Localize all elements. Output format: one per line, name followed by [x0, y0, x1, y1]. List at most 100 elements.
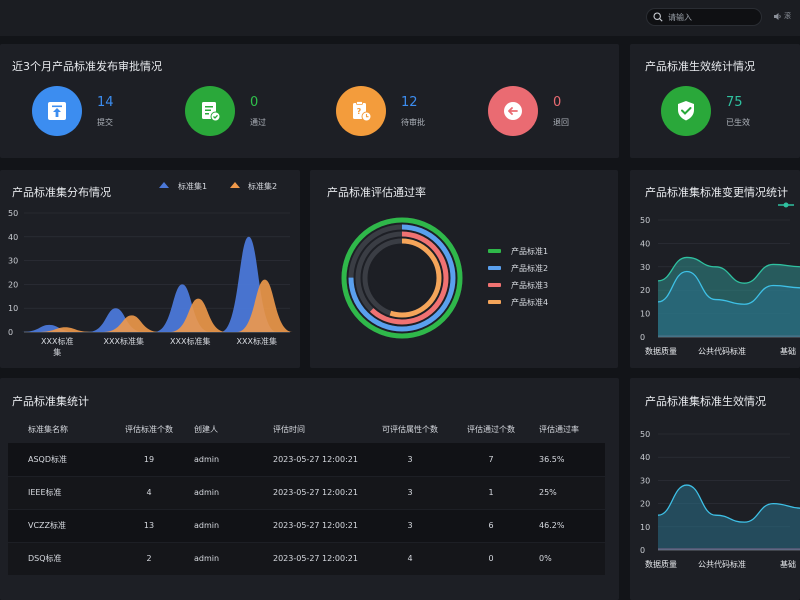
speaker-icon [774, 12, 781, 20]
table-row[interactable]: VCZZ标准 13 admin 2023-05-27 12:00:21 3 6 … [8, 509, 605, 543]
cell-count: 19 [115, 443, 183, 477]
standard-set-table: 标准集名称 评估标准个数 创建人 评估时间 可评估属性个数 评估通过个数 评估通… [8, 415, 605, 576]
table-header-row: 标准集名称 评估标准个数 创建人 评估时间 可评估属性个数 评估通过个数 评估通… [8, 415, 605, 443]
y-tick-label: 0 [640, 546, 645, 555]
y-tick-label: 20 [640, 286, 650, 295]
table-row[interactable]: DSQ标准 2 admin 2023-05-27 12:00:21 4 0 0% [8, 542, 605, 576]
stat-pending-value: 12 [401, 94, 418, 110]
y-tick-label: 50 [640, 216, 650, 225]
search-icon [653, 12, 663, 22]
y-tick-label: 10 [640, 523, 650, 532]
upload-icon [48, 102, 66, 120]
ring-legend-label[interactable]: 产品标准4 [511, 297, 548, 307]
x-tick-label: 集 [53, 347, 61, 357]
cell-creator: admin [183, 443, 256, 477]
y-tick-label: 0 [8, 328, 13, 337]
passrate-chart: 产品标准1 产品标准2 产品标准3 产品标准4 [341, 217, 548, 339]
col-header-pass-count[interactable]: 评估通过个数 [453, 415, 529, 443]
ring-legend-swatch [488, 266, 501, 270]
cell-attr-count: 3 [367, 509, 453, 543]
x-tick-label: 公共代码标准 [698, 346, 746, 356]
search-box[interactable] [646, 8, 762, 26]
ring-legend-label[interactable]: 产品标准3 [511, 280, 548, 290]
y-tick-label: 50 [640, 430, 650, 439]
distribution-panel: 产品标准集分布情况 标准集1 标准集2 50 40 30 20 10 0 XXX标准集 XX… [0, 170, 300, 368]
stat-returned-value: 0 [553, 94, 562, 110]
cell-pass-count: 0 [453, 542, 529, 576]
stat-approved: 0 通过 [185, 86, 266, 136]
ring-legend-label[interactable]: 产品标准2 [511, 263, 548, 273]
approved-doc-icon [202, 102, 221, 122]
col-header-pass-rate[interactable]: 评估通过率 [529, 415, 605, 443]
y-tick-label: 20 [640, 500, 650, 509]
cell-pass-rate: 46.2% [529, 509, 605, 543]
cell-time: 2023-05-27 12:00:21 [256, 476, 367, 510]
changes-chart: 50 40 30 20 10 0 数据质量 公共代码标准 基础 [640, 202, 800, 356]
search-input[interactable] [668, 12, 748, 22]
shield-check-icon [678, 101, 694, 121]
y-tick-label: 50 [8, 209, 18, 218]
x-tick-label: XXX标准 [41, 336, 73, 346]
cell-pass-count: 1 [453, 476, 529, 510]
cell-time: 2023-05-27 12:00:21 [256, 509, 367, 543]
cell-count: 2 [115, 542, 183, 576]
stat-effective-value: 75 [726, 94, 743, 110]
cell-pass-rate: 0% [529, 542, 605, 576]
stat-effective: 75 已生效 [661, 86, 750, 136]
cell-count: 13 [115, 509, 183, 543]
stat-effective-label: 已生效 [726, 117, 750, 127]
col-header-time[interactable]: 评估时间 [256, 415, 367, 443]
table-title: 产品标准集统计 [12, 395, 89, 408]
cell-creator: admin [183, 542, 256, 576]
ring-legend-swatch [488, 249, 501, 253]
stat-pending: ? 12 待审批 [336, 86, 425, 136]
stat-submitted: 14 提交 [32, 86, 114, 136]
stat-submitted-circle [32, 86, 82, 136]
stat-submitted-value: 14 [97, 94, 114, 110]
y-tick-label: 10 [8, 304, 18, 313]
distribution-chart: 标准集1 标准集2 50 40 30 20 10 0 XXX标准集 XXX标准集 XXX标准集… [8, 181, 293, 357]
table-row[interactable]: IEEE标准 4 admin 2023-05-27 12:00:21 3 1 2… [8, 476, 605, 510]
speaker-toggle[interactable]: 滚 [773, 11, 791, 21]
return-arrow-icon [504, 102, 522, 120]
svg-text:?: ? [357, 107, 362, 116]
table-row[interactable]: ASQD标准 19 admin 2023-05-27 12:00:21 3 7 … [8, 443, 605, 477]
x-tick-label: 数据质量 [645, 559, 677, 569]
y-tick-label: 0 [640, 333, 645, 342]
legend-marker-1 [159, 182, 169, 188]
cell-creator: admin [183, 509, 256, 543]
changes-panel: 产品标准集标准变更情况统计 50 40 30 20 10 0 数据质量 公共代码标准 基础 [630, 170, 800, 368]
cell-pass-count: 6 [453, 509, 529, 543]
pending-clock-icon: ? [353, 101, 372, 122]
ring-legend-label[interactable]: 产品标准1 [511, 246, 548, 256]
stat-approved-value: 0 [250, 94, 259, 110]
passrate-panel: 产品标准评估通过率 产品标准1 产品标准2 产品标准3 产品标准4 [310, 170, 618, 368]
stat-approved-label: 通过 [250, 117, 266, 127]
stat-returned-label: 退回 [553, 117, 569, 127]
cell-attr-count: 3 [367, 476, 453, 510]
effective-title: 产品标准生效统计情况 [645, 60, 755, 73]
legend-label-2: 标准集2 [248, 181, 277, 191]
cell-attr-count: 3 [367, 443, 453, 477]
y-tick-label: 30 [640, 476, 650, 485]
x-tick-label: XXX标准集 [237, 336, 277, 346]
cell-name: IEEE标准 [8, 476, 115, 510]
cell-attr-count: 4 [367, 542, 453, 576]
stat-effective-circle [661, 86, 711, 136]
ring-center [369, 245, 435, 311]
x-tick-label: 基础 [780, 346, 796, 356]
distribution-legend: 标准集1 标准集2 [159, 181, 277, 191]
col-header-creator[interactable]: 创建人 [183, 415, 256, 443]
effect-status-panel: 产品标准集标准生效情况 50 40 30 20 10 0 数据质量 公共代码标准 基础 [630, 378, 800, 600]
stat-pending-label: 待审批 [401, 117, 425, 127]
col-header-attr-count[interactable]: 可评估属性个数 [367, 415, 453, 443]
y-tick-label: 30 [8, 257, 18, 266]
stat-approved-circle [185, 86, 235, 136]
cell-creator: admin [183, 476, 256, 510]
cell-pass-count: 7 [453, 443, 529, 477]
y-tick-label: 30 [640, 263, 650, 272]
col-header-count[interactable]: 评估标准个数 [115, 415, 183, 443]
x-tick-label: 数据质量 [645, 346, 677, 356]
legend-marker-2 [230, 182, 240, 188]
col-header-name[interactable]: 标准集名称 [8, 415, 115, 443]
